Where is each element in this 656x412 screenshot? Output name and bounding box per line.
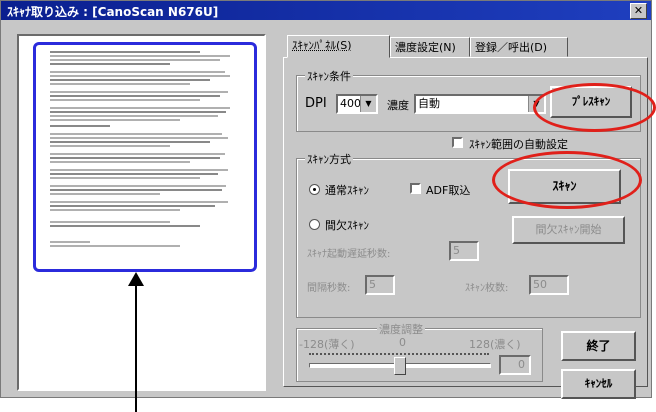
window-title: ｽｷｬﾅ取り込み : [CanoScan N676U] [7, 5, 219, 19]
document-text-line [50, 221, 170, 223]
interval-start-label: 間欠ｽｷｬﾝ開始 [535, 223, 602, 236]
scan-button[interactable]: ｽｷｬﾝ [508, 169, 621, 204]
prescan-button[interactable]: ﾌﾟﾚｽｷｬﾝ [550, 86, 632, 118]
document-text-line [50, 95, 220, 97]
scan-count-label: ｽｷｬﾝ枚数: [465, 283, 509, 294]
adf-checkbox[interactable] [410, 183, 421, 194]
document-text-line [50, 225, 200, 227]
close-icon: ✕ [633, 4, 644, 17]
normal-scan-radio[interactable] [309, 184, 320, 195]
tab-density-settings[interactable]: 濃度設定(N) [390, 37, 470, 57]
tab-label: ｽｷｬﾝﾊﾟﾈﾙ(S) [292, 39, 352, 52]
document-text-line [50, 63, 170, 65]
document-text-line [50, 245, 180, 247]
control-panel: ｽｷｬﾝﾊﾟﾈﾙ(S) 濃度設定(N) 登録／呼出(D) ｽｷｬﾝ条件 DPI … [283, 33, 651, 399]
density-mid-label: 0 [399, 336, 406, 349]
document-text-line [50, 189, 222, 191]
tab-label: 濃度設定(N) [395, 41, 456, 54]
cancel-button[interactable]: ｷｬﾝｾﾙ [561, 369, 636, 399]
density-adjust-group: 濃度調整 -128(薄く) 0 128(濃く) 0 [296, 321, 543, 382]
tab-scan-panel[interactable]: ｽｷｬﾝﾊﾟﾈﾙ(S) [287, 35, 390, 58]
document-text-line [50, 133, 222, 135]
dpi-label: DPI [305, 96, 327, 111]
document-text-line [50, 79, 210, 81]
slider-thumb[interactable] [394, 357, 406, 375]
document-text-line [50, 201, 228, 203]
scan-conditions-label: ｽｷｬﾝ条件 [305, 68, 353, 84]
interval-seconds-value: 5 [369, 278, 376, 291]
density-select[interactable]: 自動 ▼ [414, 94, 546, 114]
density-label: 濃度 [387, 99, 409, 112]
tab-label: 登録／呼出(D) [475, 41, 548, 54]
density-max-label: 128(濃く) [469, 338, 521, 351]
interval-seconds-field[interactable]: 5 [365, 275, 395, 295]
document-text-line [50, 119, 180, 121]
document-text-line [50, 193, 160, 195]
document-text-line [50, 125, 110, 127]
normal-scan-label: 通常ｽｷｬﾝ [325, 184, 369, 197]
dpi-select[interactable]: 400 ▼ [336, 94, 378, 114]
tab-register-recall[interactable]: 登録／呼出(D) [470, 37, 568, 57]
document-text-line [50, 83, 190, 85]
document-text-line [50, 137, 228, 139]
document-text-line [50, 107, 230, 109]
document-text-line [50, 51, 200, 53]
document-text-line [50, 241, 90, 243]
document-text-line [50, 55, 230, 57]
scan-button-label: ｽｷｬﾝ [552, 179, 577, 193]
close-button[interactable]: ✕ [630, 3, 647, 19]
document-text-line [50, 115, 218, 117]
scanner-delay-value: 5 [453, 244, 460, 257]
prescan-label: ﾌﾟﾚｽｷｬﾝ [571, 95, 611, 108]
document-text-line [50, 209, 180, 211]
density-value: 自動 [418, 97, 440, 110]
pointer-arrow-shaft [135, 283, 137, 412]
document-text-line [50, 145, 170, 147]
cancel-label: ｷｬﾝｾﾙ [584, 377, 613, 390]
title-bar[interactable]: ｽｷｬﾅ取り込み : [CanoScan N676U] ✕ [1, 1, 651, 20]
scan-panel-body: ｽｷｬﾝ条件 DPI 400 ▼ 濃度 自動 ▼ ﾌﾟﾚｽｷｬﾝ ｽｷｬﾝ範囲の… [283, 57, 648, 399]
scan-count-value: 50 [533, 278, 547, 291]
document-text-line [50, 157, 220, 159]
document-text-line [50, 205, 215, 207]
exit-label: 終了 [586, 339, 611, 353]
scanner-delay-field[interactable]: 5 [449, 241, 479, 261]
chevron-down-icon[interactable]: ▼ [528, 96, 544, 112]
chevron-down-icon[interactable]: ▼ [360, 96, 376, 112]
document-text-line [50, 59, 220, 61]
adf-label: ADF取込 [426, 184, 471, 197]
document-text-line [50, 177, 200, 179]
document-text-line [50, 91, 228, 93]
density-adjust-label: 濃度調整 [377, 321, 425, 337]
scan-count-field[interactable]: 50 [529, 275, 569, 295]
density-min-label: -128(薄く) [299, 338, 355, 351]
document-text-line [50, 169, 228, 171]
document-text-line [50, 141, 210, 143]
document-text-line [50, 75, 230, 77]
scan-method-label: ｽｷｬﾝ方式 [305, 151, 353, 167]
scanner-delay-label: ｽｷｬﾅ起動遅延秒数: [307, 249, 391, 260]
document-text-line [50, 185, 226, 187]
auto-scan-area-label: ｽｷｬﾝ範囲の自動設定 [469, 138, 568, 151]
document-text-line [50, 111, 226, 113]
document-text-line [50, 99, 200, 101]
dpi-value: 400 [340, 97, 361, 110]
interval-scan-start-button[interactable]: 間欠ｽｷｬﾝ開始 [512, 216, 625, 244]
document-text-line [50, 71, 225, 73]
auto-scan-area-checkbox[interactable] [452, 137, 463, 148]
scanned-page-preview[interactable] [33, 42, 257, 272]
document-text-line [50, 153, 225, 155]
document-text-line [50, 161, 190, 163]
interval-seconds-label: 間隔秒数: [307, 283, 351, 294]
density-adjust-value: 0 [518, 358, 525, 371]
exit-button[interactable]: 終了 [561, 331, 636, 361]
document-text-line [50, 173, 218, 175]
density-value-field[interactable]: 0 [499, 355, 531, 375]
scan-method-group: ｽｷｬﾝ方式 通常ｽｷｬﾝ ADF取込 ｽｷｬﾝ 間欠ｽｷｬﾝ 間欠ｽｷｬﾝ開始… [296, 151, 641, 318]
scan-conditions-group: ｽｷｬﾝ条件 DPI 400 ▼ 濃度 自動 ▼ ﾌﾟﾚｽｷｬﾝ [296, 68, 641, 132]
interval-scan-radio[interactable] [309, 219, 320, 230]
interval-scan-label: 間欠ｽｷｬﾝ [325, 219, 369, 232]
